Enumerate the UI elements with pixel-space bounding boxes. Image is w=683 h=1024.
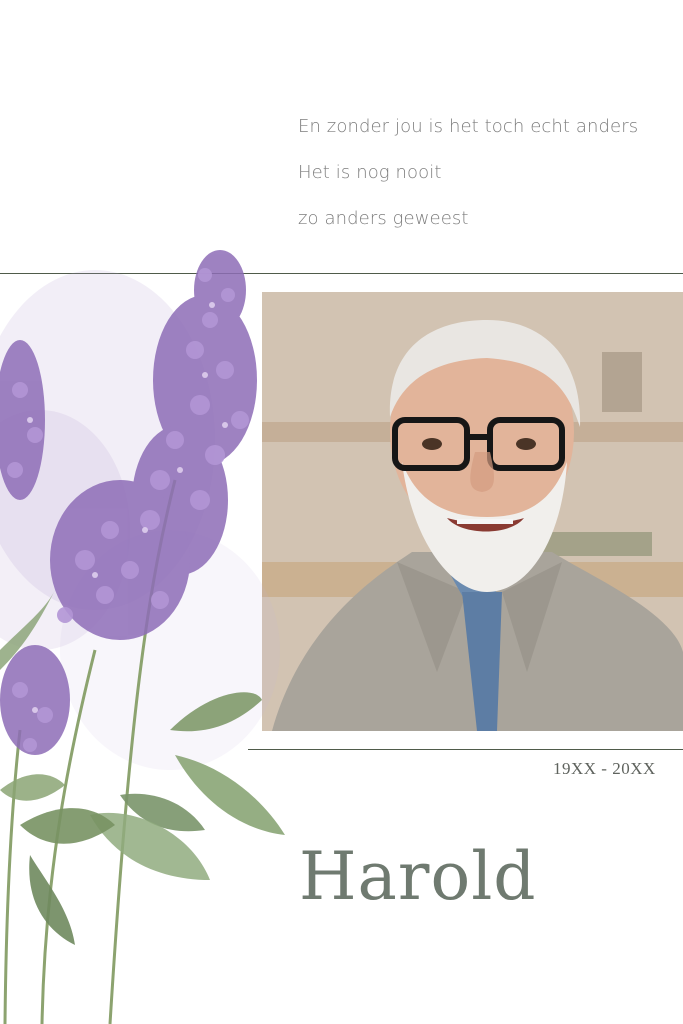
bottom-divider	[248, 749, 683, 750]
poem: En zonder jou is het toch echt anders He…	[298, 112, 638, 250]
portrait-icon	[262, 292, 683, 731]
poem-line-1: En zonder jou is het toch echt anders	[298, 116, 639, 137]
watercolor-lilac-icon	[0, 250, 285, 1024]
poem-line-3: zo anders geweest	[298, 208, 469, 229]
deceased-name: Harold	[299, 838, 537, 915]
life-years: 19XX - 20XX	[553, 759, 656, 778]
poem-line-2: Het is nog nooit	[298, 162, 442, 183]
portrait-photo	[262, 292, 683, 731]
